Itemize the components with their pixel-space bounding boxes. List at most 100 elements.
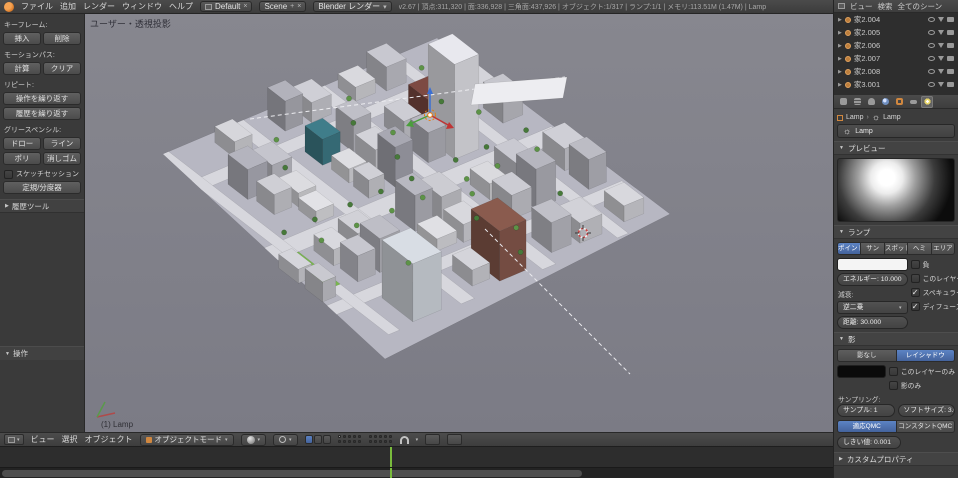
expand-triangle-icon[interactable]: ▶ (838, 69, 842, 75)
timeline-track[interactable] (0, 446, 833, 467)
tab-constraints[interactable] (907, 96, 919, 108)
samples-field[interactable]: サンプル: 1 (837, 404, 895, 417)
expand-triangle-icon[interactable]: ▶ (838, 56, 842, 62)
timeline-playhead[interactable] (390, 447, 392, 468)
layer-buttons-left[interactable] (338, 435, 362, 444)
lamp-type-hemi-button[interactable]: ヘミ (908, 242, 931, 255)
renderability-camera-icon[interactable] (947, 30, 954, 35)
outliner-menu-search[interactable]: 検索 (878, 1, 893, 12)
shading-dropdown[interactable]: ▾ (241, 434, 267, 446)
selectability-icon[interactable] (938, 69, 944, 74)
plus-icon[interactable]: + (290, 3, 294, 10)
close-icon[interactable]: × (243, 3, 247, 10)
operator-panel-header[interactable]: ▼ 操作 (0, 346, 84, 360)
layer-buttons-right[interactable] (369, 435, 393, 444)
visibility-eye-icon[interactable] (928, 69, 935, 74)
breadcrumb-object-name[interactable]: Lamp (846, 114, 864, 121)
translate-manipulator-button[interactable] (305, 435, 313, 444)
mode-dropdown[interactable]: オブジェクトモード ▾ (140, 434, 234, 446)
blender-logo-icon[interactable] (4, 2, 14, 12)
renderability-camera-icon[interactable] (947, 56, 954, 61)
renderability-camera-icon[interactable] (947, 43, 954, 48)
visibility-eye-icon[interactable] (928, 43, 935, 48)
outliner-item[interactable]: ▶ 家3.001 (834, 78, 958, 91)
checkbox-icon[interactable] (911, 274, 920, 283)
selectability-icon[interactable] (938, 43, 944, 48)
outliner-editor-icon[interactable] (838, 3, 845, 9)
repeat-history-button[interactable]: 履歴を繰り返す (3, 107, 81, 120)
checkbox-icon[interactable] (889, 367, 898, 376)
opengl-render-button[interactable] (425, 434, 440, 445)
viewport-3d[interactable]: ユーザー・透視投影 (1) Lamp (85, 14, 833, 432)
lamp-type-sun-button[interactable]: サン (861, 242, 884, 255)
screen-layout-selector[interactable]: Default × (200, 1, 252, 12)
menu-help[interactable]: ヘルプ (169, 1, 193, 12)
tab-render-layers[interactable] (851, 96, 863, 108)
sketch-session-checkbox-row[interactable]: スケッチセッション (3, 167, 81, 181)
lamp-type-spot-button[interactable]: スポット (885, 242, 908, 255)
checkbox-icon[interactable] (911, 260, 920, 269)
energy-slider[interactable]: エネルギー: 10.000 (837, 273, 908, 286)
scale-manipulator-button[interactable] (323, 435, 331, 444)
custom-properties-header[interactable]: ▶ カスタムプロパティ (834, 452, 958, 466)
breadcrumb-data-name[interactable]: Lamp (883, 114, 901, 121)
negative-checkbox-row[interactable]: 負 (911, 258, 958, 270)
outliner-item[interactable]: ▶ 家2.006 (834, 39, 958, 52)
motionpath-calculate-button[interactable]: 計算 (3, 62, 41, 75)
visibility-eye-icon[interactable] (928, 56, 935, 61)
visibility-eye-icon[interactable] (928, 82, 935, 87)
outliner-menu-view[interactable]: ビュー (850, 1, 873, 12)
tab-object-data-lamp[interactable] (921, 96, 933, 108)
selectability-icon[interactable] (938, 82, 944, 87)
gpencil-poly-button[interactable]: ポリ (3, 152, 41, 165)
adaptive-qmc-button[interactable]: 適応QMC (837, 420, 897, 433)
expand-triangle-icon[interactable]: ▶ (838, 30, 842, 36)
pivot-dropdown[interactable]: ▾ (273, 434, 298, 446)
scrollbar-handle[interactable] (2, 470, 582, 477)
preview-panel-header[interactable]: ▼ プレビュー (834, 141, 958, 155)
tab-scene[interactable] (865, 96, 877, 108)
menu-view[interactable]: ビュー (31, 434, 55, 445)
outliner-item[interactable]: ▶ 家2.004 (834, 13, 958, 26)
renderability-camera-icon[interactable] (947, 17, 954, 22)
falloff-dropdown[interactable]: 逆二乗 ▾ (837, 301, 908, 314)
shadow-only-checkbox-row[interactable]: 影のみ (889, 379, 955, 391)
rotate-manipulator-button[interactable] (314, 435, 322, 444)
outliner-item[interactable]: ▶ 家2.005 (834, 26, 958, 39)
specular-checkbox-row[interactable]: ✓ スペキュラー (911, 286, 958, 298)
renderability-camera-icon[interactable] (947, 69, 954, 74)
lamp-datablock-field[interactable]: ☼ Lamp (837, 124, 955, 138)
close-icon[interactable]: × (297, 3, 301, 10)
visibility-eye-icon[interactable] (928, 17, 935, 22)
shadow-ray-button[interactable]: レイシャドウ (897, 349, 956, 362)
shadow-color-swatch[interactable] (837, 365, 886, 378)
tab-world[interactable] (879, 96, 891, 108)
checkbox-checked-icon[interactable]: ✓ (911, 302, 920, 311)
scene-selector[interactable]: Scene + × (259, 1, 306, 12)
outliner-item[interactable]: ▶ 家2.007 (834, 52, 958, 65)
renderability-camera-icon[interactable] (947, 82, 954, 87)
menu-window[interactable]: ウィンドウ (122, 1, 162, 12)
snap-dropdown-icon[interactable]: ▾ (416, 437, 419, 443)
shadow-none-button[interactable]: 影なし (837, 349, 897, 362)
visibility-eye-icon[interactable] (928, 30, 935, 35)
snap-magnet-icon[interactable] (400, 436, 409, 444)
selectability-icon[interactable] (938, 56, 944, 61)
expand-triangle-icon[interactable]: ▶ (838, 43, 842, 49)
keyframe-delete-button[interactable]: 削除 (43, 32, 81, 45)
ruler-protractor-button[interactable]: 定規/分度器 (3, 181, 81, 194)
lamp-color-swatch[interactable] (837, 258, 908, 271)
repeat-last-button[interactable]: 操作を繰り返す (3, 92, 81, 105)
opengl-render-anim-button[interactable] (447, 434, 462, 445)
timeline-scrollbar[interactable] (0, 467, 833, 478)
tab-object[interactable] (893, 96, 905, 108)
checkbox-icon[interactable] (4, 170, 13, 179)
checkbox-checked-icon[interactable]: ✓ (911, 288, 920, 297)
menu-file[interactable]: ファイル (21, 1, 53, 12)
shadow-this-layer-checkbox-row[interactable]: このレイヤーのみ (889, 365, 955, 377)
menu-render[interactable]: レンダー (83, 1, 115, 12)
menu-select[interactable]: 選択 (62, 434, 78, 445)
gpencil-line-button[interactable]: ライン (43, 137, 81, 150)
gpencil-erase-button[interactable]: 消しゴム (43, 152, 81, 165)
shadow-panel-header[interactable]: ▼ 影 (834, 332, 958, 346)
